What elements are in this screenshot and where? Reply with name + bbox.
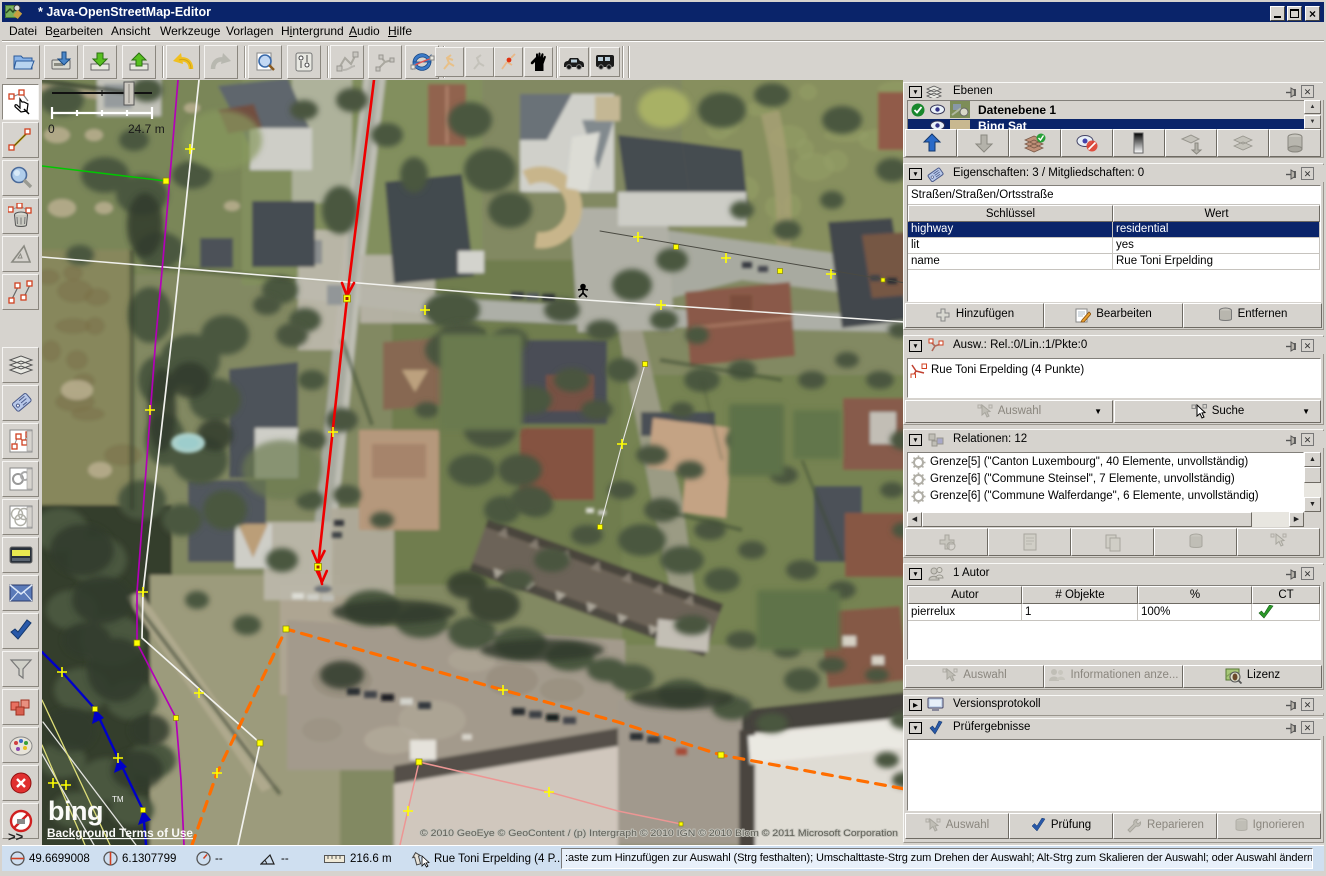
svg-text:Background Terms of Use: Background Terms of Use bbox=[47, 826, 193, 840]
svg-text:© 2010 GeoEye © GeoContent / (: © 2010 GeoEye © GeoContent / (p) Intergr… bbox=[420, 828, 898, 838]
svg-text:0: 0 bbox=[48, 122, 55, 136]
svg-text:TM: TM bbox=[112, 795, 124, 804]
svg-text:24.7 m: 24.7 m bbox=[128, 122, 165, 136]
svg-text:bing: bing bbox=[48, 796, 103, 826]
